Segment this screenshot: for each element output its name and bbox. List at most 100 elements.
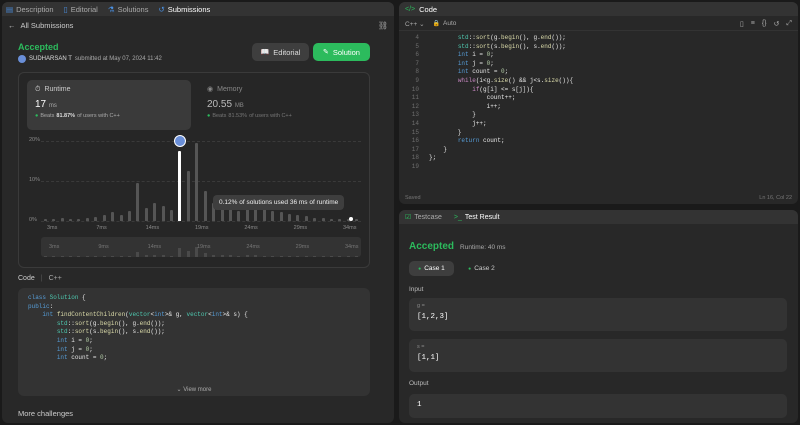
line-number: 17 xyxy=(411,145,419,153)
expand-icon[interactable]: ⤢ xyxy=(786,20,792,28)
chart-bar[interactable] xyxy=(262,209,266,221)
editor-tools: ▯ ≡ {} ↺ ⤢ xyxy=(740,20,792,28)
chart-bar[interactable] xyxy=(136,183,140,221)
chart-bar[interactable] xyxy=(68,219,72,221)
reset-icon[interactable]: ↺ xyxy=(774,20,780,28)
memory-card[interactable]: ◉ Memory 20.55 MB ● Beats 81.53% of user… xyxy=(199,80,363,130)
editor-status-bar: Saved Ln 16, Col 22 xyxy=(399,192,798,204)
editor-title-bar: </> Code xyxy=(399,2,798,16)
chart-bar[interactable] xyxy=(77,218,81,221)
input-s-box[interactable]: s = [1,1] xyxy=(409,339,787,372)
editorial-button-label: Editorial xyxy=(273,47,301,57)
chart-bar[interactable] xyxy=(195,143,199,221)
tab-editorial[interactable]: ▯ Editorial xyxy=(64,5,98,14)
chart-bar[interactable] xyxy=(203,191,207,221)
flask-icon: ⚗ xyxy=(107,4,115,14)
chart-bar[interactable] xyxy=(304,216,308,221)
memory-label-row: ◉ Memory xyxy=(207,86,355,93)
chart-bar[interactable] xyxy=(94,217,98,221)
chart-bar[interactable] xyxy=(296,215,300,221)
avatar[interactable] xyxy=(18,55,26,63)
line-number: 6 xyxy=(415,51,419,59)
code-block[interactable]: class Solution {public: int findContentC… xyxy=(18,288,370,396)
output-box[interactable]: 1 xyxy=(409,394,787,418)
code-lines: class Solution {public: int findContentC… xyxy=(28,294,360,363)
chart-bar[interactable] xyxy=(144,208,148,221)
navigator-bar xyxy=(161,255,165,257)
chart-bar[interactable] xyxy=(85,218,89,221)
tab-testcase[interactable]: ☑ Testcase xyxy=(405,213,442,222)
editor-code-line: std::sort(s.begin(), s.end()); xyxy=(457,42,566,50)
navigator-bar xyxy=(77,256,81,257)
solution-button[interactable]: ✎ Solution xyxy=(313,43,370,61)
editor-code-line: }; xyxy=(429,154,437,162)
tab-submissions[interactable]: ↺ Submissions xyxy=(158,5,210,14)
chart-bar[interactable] xyxy=(279,212,283,221)
tab-solutions[interactable]: ⚗ Solutions xyxy=(108,5,149,14)
chart-range-navigator[interactable]: 3ms 9ms 14ms 19ms 24ms 29ms 34ms xyxy=(41,237,361,257)
code-line: std::sort(s.begin(), s.end()); xyxy=(56,328,165,336)
code-line: int i = 0; xyxy=(56,336,93,344)
chart-bar[interactable] xyxy=(111,212,115,221)
tab-test-result[interactable]: >_ Test Result xyxy=(454,214,500,221)
editor-code-line: count++; xyxy=(429,94,516,102)
format-icon[interactable]: ≡ xyxy=(751,20,755,28)
navigator-bar xyxy=(346,256,350,257)
case-1-status-dot: ● xyxy=(418,265,422,272)
language-select[interactable]: C++ ⌄ xyxy=(405,20,425,28)
chart-bar[interactable] xyxy=(287,213,291,221)
runtime-beats-prefix: Beats xyxy=(40,113,55,119)
navigator-tick-label: 9ms xyxy=(98,244,109,250)
navigator-bar xyxy=(119,256,123,257)
tab-description[interactable]: ▤ Description xyxy=(6,5,54,14)
runtime-distribution-chart[interactable]: 20% 10% 0% 0.12% of solutions used 36 ms of… xyxy=(19,133,371,268)
line-number: 4 xyxy=(415,34,419,41)
chart-bar[interactable] xyxy=(153,202,157,221)
case-tab-1[interactable]: ● Case 1 xyxy=(409,261,454,276)
runtime-card[interactable]: ⏱ Runtime 17 ms ● Beats 81.87% of users … xyxy=(27,80,191,130)
navigator-bar xyxy=(127,255,131,257)
chart-bar[interactable] xyxy=(178,151,182,221)
chart-bar[interactable] xyxy=(355,219,359,221)
chart-bar[interactable] xyxy=(52,218,56,221)
chart-bar[interactable] xyxy=(237,210,241,221)
view-more-button[interactable]: ⌄ View more xyxy=(18,386,370,393)
chart-bar[interactable] xyxy=(161,205,165,221)
chart-bar[interactable] xyxy=(119,214,123,221)
mode-label: Auto xyxy=(443,20,457,27)
all-submissions-link[interactable]: All Submissions xyxy=(21,21,74,30)
editorial-button[interactable]: 📖 Editorial xyxy=(252,43,309,61)
chart-bar[interactable] xyxy=(321,218,325,221)
navigator-bar xyxy=(245,255,249,257)
input-label: Input xyxy=(409,286,424,293)
back-arrow-icon[interactable]: ← xyxy=(8,21,16,30)
chart-bar[interactable] xyxy=(102,215,106,221)
chart-bar[interactable] xyxy=(170,209,174,221)
chart-bar[interactable] xyxy=(330,218,334,221)
mode-indicator[interactable]: 🔒 Auto xyxy=(433,20,457,27)
bookmark-icon[interactable]: ▯ xyxy=(740,20,744,28)
runtime-label: Runtime xyxy=(44,86,71,93)
editor-body[interactable]: 4 5 6 7 8 9 10 11 12 13 14 15 16 17 18 19 std::sort(g.b… xyxy=(399,34,798,189)
code-lang: C++ xyxy=(48,275,62,282)
chart-bar[interactable] xyxy=(127,210,131,221)
memory-value-row: 20.55 MB xyxy=(207,99,355,110)
chart-bar[interactable] xyxy=(186,171,190,221)
line-number: 7 xyxy=(415,59,419,67)
chart-bar[interactable] xyxy=(313,217,317,221)
case-tab-2[interactable]: ● Case 2 xyxy=(459,261,504,276)
navigator-bar xyxy=(220,255,224,257)
saved-status: Saved xyxy=(405,195,421,201)
braces-icon[interactable]: {} xyxy=(762,20,767,28)
input-g-box[interactable]: g = [1,2,3] xyxy=(409,298,787,331)
x-tick-label: 3ms xyxy=(47,225,58,231)
submitter-name[interactable]: SUDHARSAN T xyxy=(29,56,72,62)
tab-label: Editorial xyxy=(70,4,98,14)
chart-bar[interactable] xyxy=(338,219,342,221)
chart-bar[interactable] xyxy=(43,219,47,221)
navigator-bar xyxy=(111,255,115,257)
navigator-bar xyxy=(287,256,291,257)
chart-bar[interactable] xyxy=(60,217,64,221)
link-icon[interactable]: ⛓ xyxy=(378,21,388,30)
chart-bar[interactable] xyxy=(271,210,275,221)
